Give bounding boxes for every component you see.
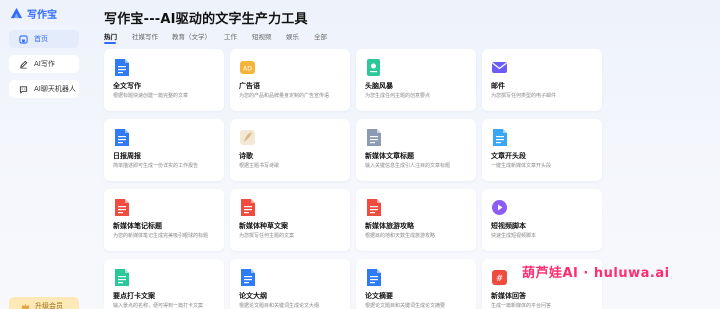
tool-card[interactable]: 新媒体文章标题输入关键信息生成引人注目的文章标题 [356,119,476,181]
card-title: 文章开头段 [491,152,526,160]
card-title: 短视频脚本 [491,222,526,230]
tool-card[interactable]: 头脑风暴为您生成任何主题的创意要点 [356,49,476,111]
hashtag-icon: # [492,270,507,285]
card-description: 输入关键信息生成引人注目的文章标题 [365,163,451,169]
sidebar-item-label: 首页 [34,35,48,43]
card-title: 论文大纲 [239,292,267,300]
card-title: 新媒体旅游攻略 [365,222,414,230]
tab-entertainment[interactable]: 娱乐 [286,31,299,41]
tool-card[interactable]: 要点打卡文案输入景点的名称，便可得到一篇打卡文案 [104,259,224,309]
tool-card[interactable]: 新媒体笔记标题为您的新媒体笔记生成完美吸引眼球的标题 [104,189,224,251]
upgrade-button[interactable]: 升级会员 [9,297,79,309]
tab-short-video[interactable]: 短视频 [252,31,272,41]
sidebar-item-home[interactable]: 首页 [9,30,79,48]
card-title: 全文写作 [113,82,141,90]
card-description: 一键生成新媒体文章开头段 [491,163,552,169]
app-logo[interactable]: 写作宝 [10,6,57,21]
logo-text: 写作宝 [27,10,57,21]
logo-icon [10,7,23,19]
tool-card[interactable]: 诗歌根据主题书写诗歌 [230,119,350,181]
card-description: 输入景点的名称，便可得到一篇打卡文案 [113,303,204,309]
note-icon [241,199,255,216]
tab-work[interactable]: 工作 [224,31,237,41]
document-icon [115,59,129,76]
watermark-text: 葫芦娃AI · huluwa.ai [522,266,670,281]
report-icon [115,129,129,146]
card-description: 为您的产品和品牌量身定制的广告宣传语 [239,93,330,99]
tool-card[interactable]: 论文摘要根据论文题目和关键词生成论文摘要 [356,259,476,309]
tool-card[interactable]: 新媒体旅游攻略根据目的地和天数生成旅游攻略 [356,189,476,251]
card-title: 新媒体文章标题 [365,152,414,160]
tab-education[interactable]: 教育（文学） [172,31,211,41]
card-title: 新媒体笔记标题 [113,222,162,230]
card-title: 邮件 [491,82,505,90]
tool-card[interactable]: 全文写作根据标题快速创建一篇完整的文章 [104,49,224,111]
tool-card[interactable]: 新媒体种草文案为您撰写任何主题的文案 [230,189,350,251]
crown-icon [21,303,30,309]
upgrade-label: 升级会员 [35,302,63,309]
card-title: 头脑风暴 [365,82,393,90]
video-icon [492,200,507,215]
mail-icon [492,62,507,73]
card-description: 简单描述即可生成一份详实的工作报告 [113,163,199,169]
paragraph-icon [493,129,507,146]
card-title: 新媒体回答 [491,292,526,300]
home-icon [19,34,28,44]
card-title: 要点打卡文案 [113,292,155,300]
sidebar-item-ai-writing[interactable]: AI写作 [9,55,79,73]
chat-icon [19,85,28,94]
pen-icon [20,60,28,68]
abstract-icon [367,269,381,286]
card-description: 为您撰写任何主题的文案 [239,233,295,239]
tool-card[interactable]: 邮件为您撰写任何类型的电子邮件 [482,49,602,111]
card-description: 根据主题书写诗歌 [239,163,280,169]
tool-card[interactable]: 论文大纲根据论文题目和关键词生成论文大纲 [230,259,350,309]
note-icon [367,199,381,216]
tab-hot[interactable]: 热门 [104,31,117,41]
sidebar-item-label: AI写作 [34,60,55,68]
card-description: 根据标题快速创建一篇完整的文章 [113,93,189,99]
sidebar: 写作宝 首页 AI写作 AI聊天机器人 升级会员 [0,0,88,309]
checkin-icon [115,269,129,286]
megaphone-icon: AD [240,61,255,74]
tool-card[interactable]: 文章开头段一键生成新媒体文章开头段 [482,119,602,181]
card-title: 新媒体种草文案 [239,222,288,230]
card-description: 快速生成短视频脚本 [491,233,537,239]
svg-text:AD: AD [243,66,252,73]
card-description: 为您生成任何主题的创意要点 [365,93,431,99]
card-description: 生成一篇新媒体的平台问答 [491,303,552,309]
card-description: 根据论文题目和关键词生成论文摘要 [365,303,446,309]
outline-icon [241,269,255,286]
tab-social-writing[interactable]: 社媒写作 [132,31,158,41]
tool-card[interactable]: 短视频脚本快速生成短视频脚本 [482,189,602,251]
card-description: 为您撰写任何类型的电子邮件 [491,93,557,99]
headline-icon [367,129,381,146]
active-tab-indicator [104,42,116,44]
card-title: 诗歌 [239,152,253,160]
page-title: 写作宝---AI驱动的文字生产力工具 [104,12,308,27]
card-title: 论文摘要 [365,292,393,300]
tool-card[interactable]: 日报周报简单描述即可生成一份详实的工作报告 [104,119,224,181]
card-title: 日报周报 [113,152,141,160]
note-icon [115,199,129,216]
quill-icon [240,130,255,145]
card-description: 根据目的地和天数生成旅游攻略 [365,233,436,239]
card-title: 广告语 [239,82,260,90]
card-description: 根据论文题目和关键词生成论文大纲 [239,303,320,309]
svg-text:#: # [496,274,504,284]
card-description: 为您的新媒体笔记生成完美吸引眼球的标题 [113,233,209,239]
sidebar-item-ai-chatbot[interactable]: AI聊天机器人 [9,80,79,98]
brainstorm-icon [367,59,380,76]
tab-all[interactable]: 全部 [314,31,327,41]
tool-card[interactable]: AD 广告语为您的产品和品牌量身定制的广告宣传语 [230,49,350,111]
sidebar-item-label: AI聊天机器人 [34,85,76,93]
